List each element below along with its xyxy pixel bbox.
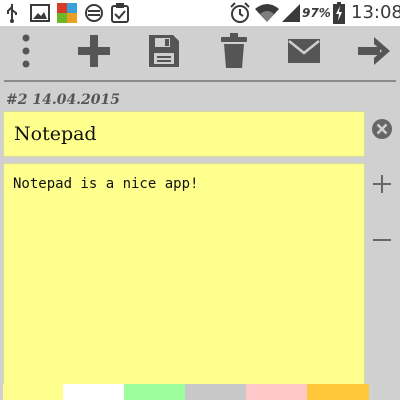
blocked-icon (83, 2, 105, 24)
color-picker (3, 384, 369, 400)
clipboard-check-icon (109, 2, 131, 24)
usb-icon (5, 2, 19, 24)
toolbar (0, 26, 400, 80)
plus-icon (373, 175, 391, 197)
swatch-orange[interactable] (307, 384, 369, 400)
image-icon (29, 2, 51, 24)
battery-percent: 97% (302, 6, 331, 20)
toolbar-divider (4, 80, 396, 82)
delete-button[interactable] (212, 26, 256, 80)
add-note-button[interactable] (72, 26, 116, 80)
close-circle-icon (371, 118, 393, 144)
swatch-gray[interactable] (185, 384, 246, 400)
clear-title-button[interactable] (368, 116, 396, 146)
overflow-menu-icon (21, 34, 31, 72)
status-bar: 97% 13:08 (0, 0, 400, 26)
floppy-disk-icon (148, 34, 180, 72)
zoom-in-button[interactable] (368, 171, 396, 201)
swatch-pink[interactable] (246, 384, 307, 400)
trash-icon (220, 33, 248, 73)
next-note-button[interactable] (352, 26, 396, 80)
menu-button[interactable] (8, 26, 44, 80)
note-meta: #2 14.04.2015 (6, 92, 121, 108)
plus-icon (76, 33, 112, 73)
note-body-field[interactable]: Notepad is a nice app! (3, 163, 365, 400)
swatch-yellow[interactable] (3, 384, 63, 400)
save-button[interactable] (142, 26, 186, 80)
minus-icon (373, 231, 391, 253)
wifi-icon (255, 2, 279, 24)
clock: 13:08 (351, 2, 400, 23)
envelope-icon (287, 38, 321, 68)
zoom-out-button[interactable] (368, 227, 396, 257)
battery-charging-icon (332, 2, 346, 24)
swatch-white[interactable] (63, 384, 124, 400)
swatch-green[interactable] (124, 384, 185, 400)
alarm-icon (229, 2, 251, 24)
app-icon (56, 2, 78, 24)
arrow-right-icon (356, 35, 392, 71)
note-title-field[interactable]: Notepad (3, 111, 365, 157)
signal-icon (281, 2, 301, 24)
email-button[interactable] (282, 26, 326, 80)
